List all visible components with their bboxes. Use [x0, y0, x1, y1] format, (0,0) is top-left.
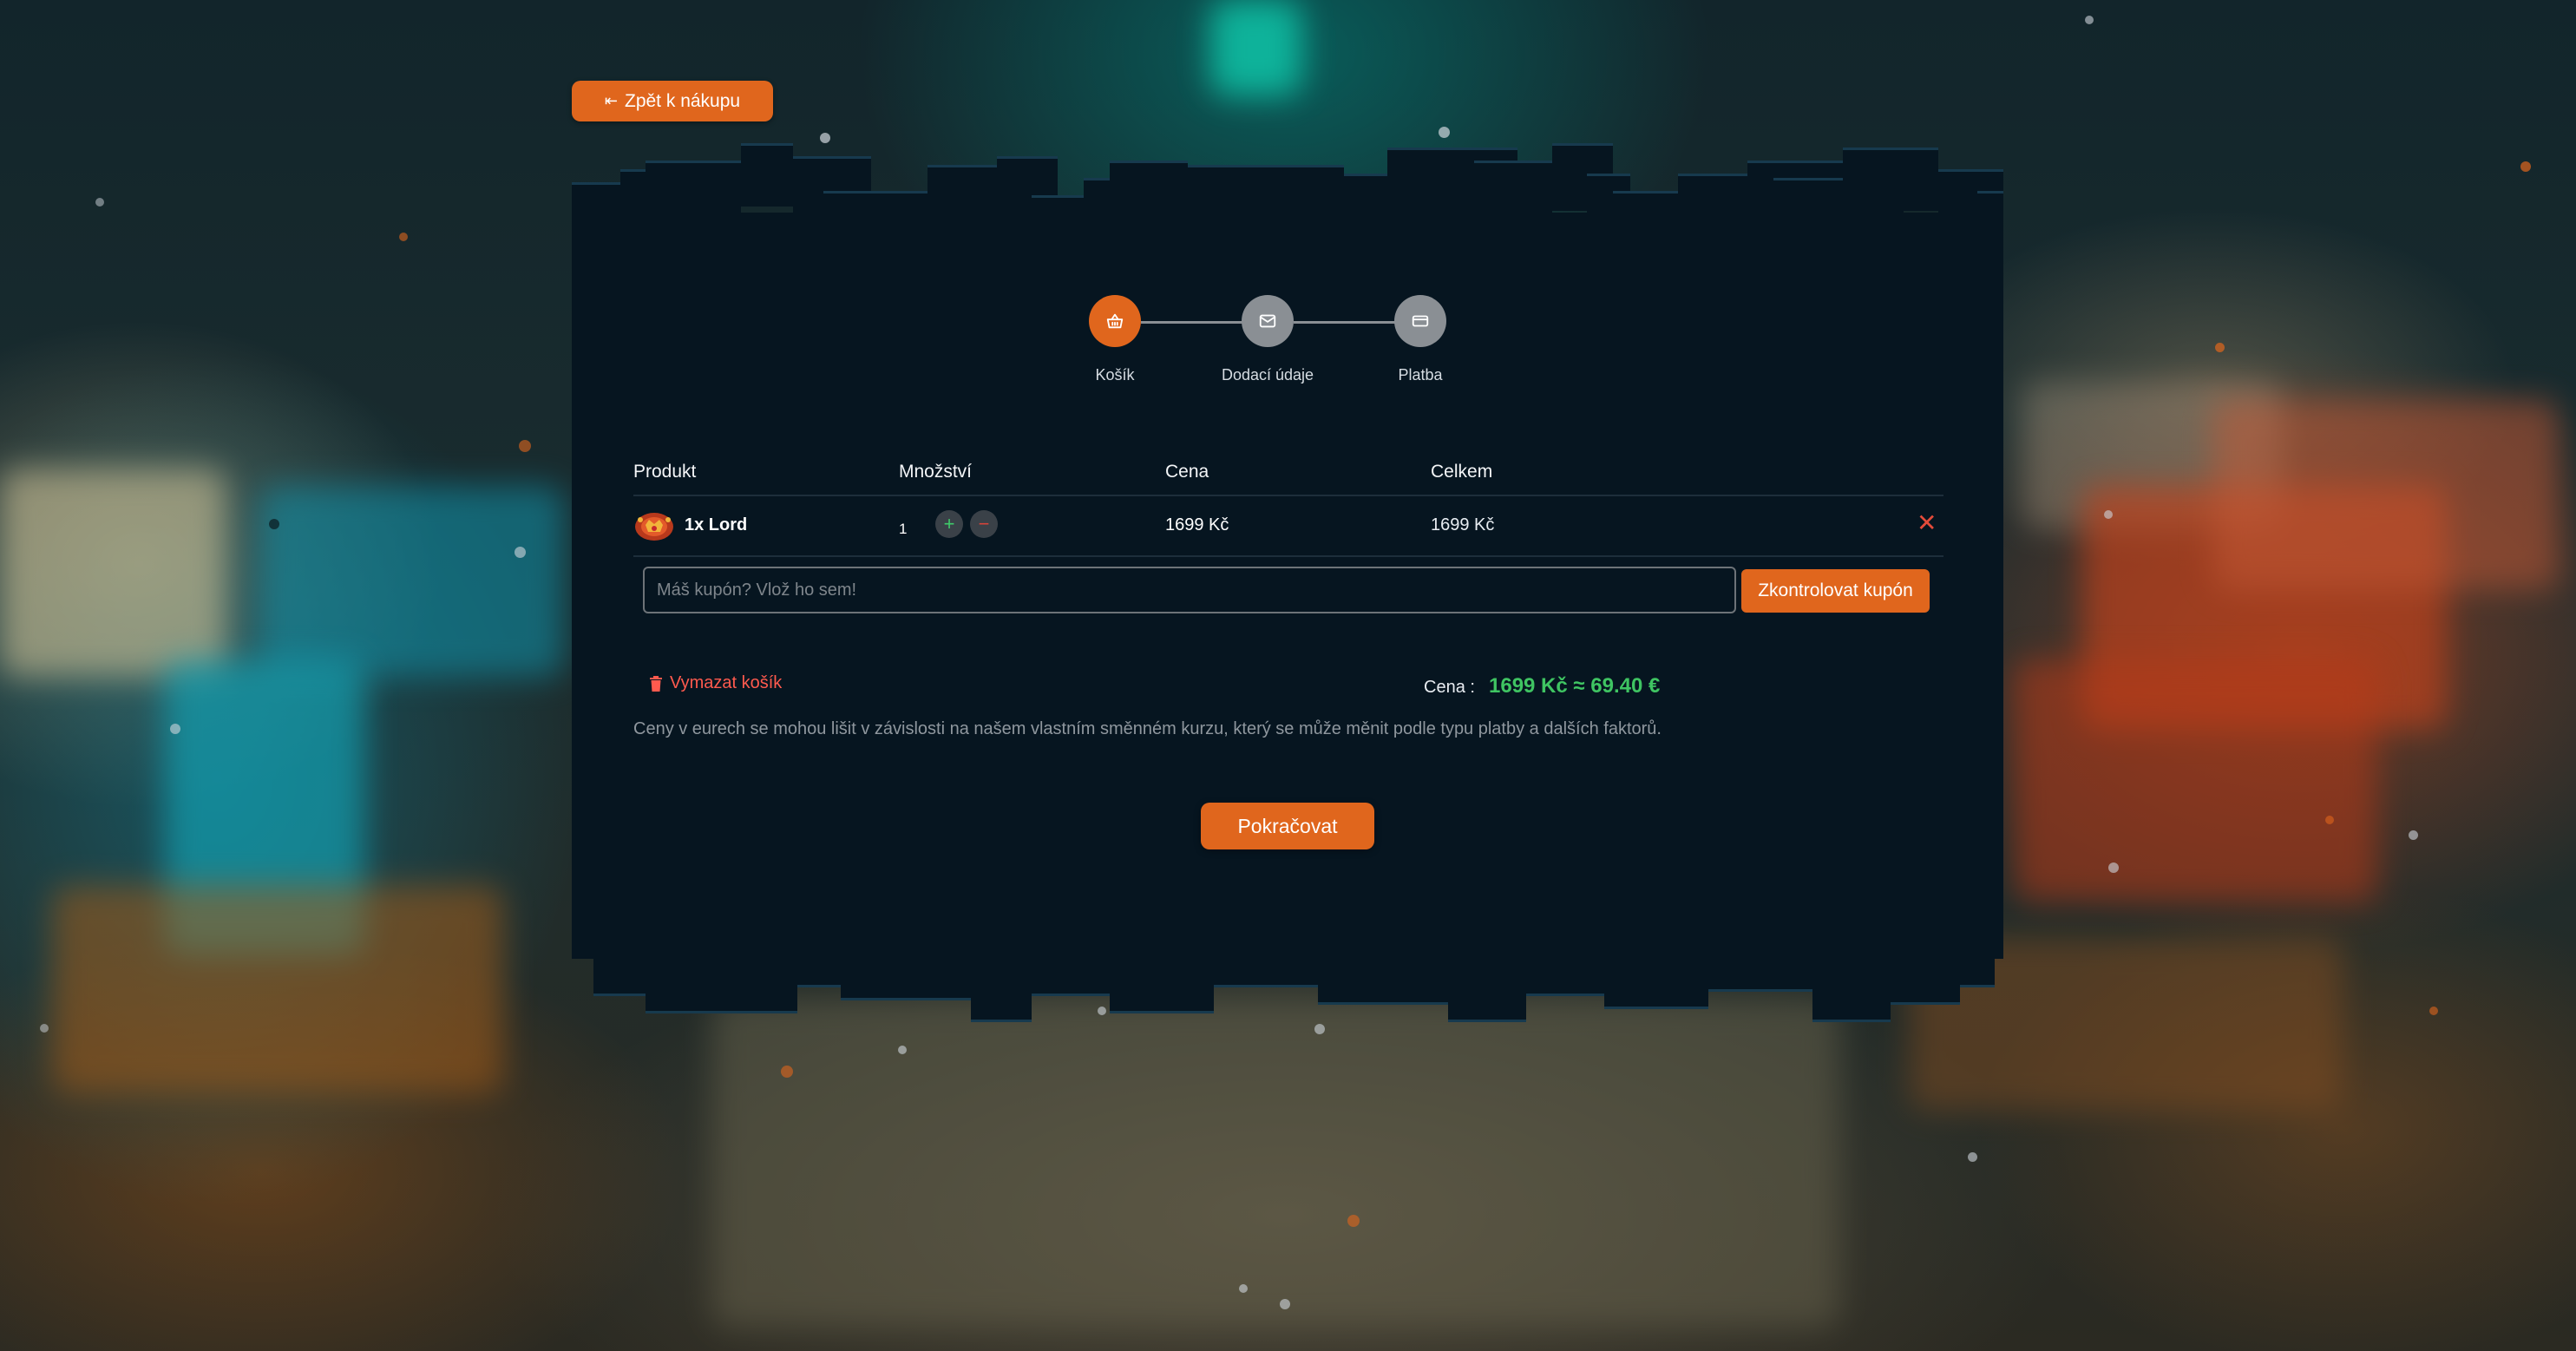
credit-card-icon: [1394, 295, 1446, 347]
basket-icon: [1089, 295, 1141, 347]
currency-note: Ceny v eurech se mohou lišit v závislost…: [633, 719, 1662, 738]
coupon-input[interactable]: [643, 567, 1736, 613]
step-label: Platba: [1398, 366, 1443, 384]
product-name: 1x Lord: [685, 515, 748, 534]
clear-cart-label: Vymazat košík: [670, 673, 783, 692]
envelope-icon: [1242, 295, 1294, 347]
item-total: 1699 Kč: [1431, 515, 1495, 534]
table-row: 1x Lord 1 + − 1699 Kč 1699 Kč ✕: [633, 496, 1943, 557]
item-price: 1699 Kč: [1165, 515, 1229, 534]
header-price: Cena: [1165, 462, 1209, 482]
back-to-shop-button[interactable]: ⇤ Zpět k nákupu: [572, 81, 773, 121]
checkout-stepper: Košík Dodací údaje Platba: [1063, 295, 1453, 390]
step-payment[interactable]: Platba: [1368, 295, 1472, 384]
trash-icon: [650, 675, 662, 692]
increase-quantity-button[interactable]: +: [935, 510, 963, 538]
check-coupon-button[interactable]: Zkontrolovat kupón: [1741, 569, 1930, 613]
quantity-value: 1: [899, 521, 908, 537]
step-cart[interactable]: Košík: [1063, 295, 1167, 384]
decrease-quantity-button[interactable]: −: [970, 510, 998, 538]
lord-rank-icon: [635, 513, 673, 541]
back-to-shop-label: Zpět k nákupu: [625, 90, 741, 111]
remove-item-button[interactable]: ✕: [1917, 508, 1937, 537]
summary-price-value: 1699 Kč ≈ 69.40 €: [1489, 674, 1661, 698]
step-label: Košík: [1095, 366, 1135, 384]
header-total: Celkem: [1431, 462, 1493, 482]
continue-button[interactable]: Pokračovat: [1201, 803, 1374, 849]
header-product: Produkt: [633, 462, 697, 482]
step-delivery[interactable]: Dodací údaje: [1216, 295, 1320, 384]
step-label: Dodací údaje: [1221, 366, 1314, 384]
summary-price-label: Cena :: [1424, 678, 1475, 697]
header-quantity: Množství: [899, 462, 973, 482]
arrow-left-icon: ⇤: [604, 92, 618, 109]
cart-table-header: Produkt Množství Cena Celkem: [633, 460, 1943, 496]
clear-cart-button[interactable]: Vymazat košík: [649, 673, 782, 693]
